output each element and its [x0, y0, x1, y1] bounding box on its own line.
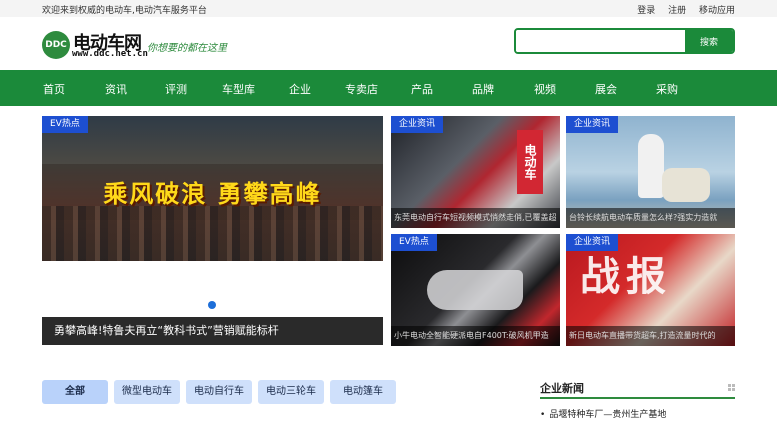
filter-tricycle-button[interactable]: 电动三轮车	[258, 380, 324, 404]
welcome-text: 欢迎来到权威的电动车,电动汽车服务平台	[42, 6, 207, 16]
tile-image-person	[638, 134, 664, 198]
hero-headline: 乘风破浪 勇攀高峰	[103, 180, 322, 208]
nav-item-purchase[interactable]: 采购	[656, 81, 678, 97]
top-bar: 欢迎来到权威的电动车,电动汽车服务平台 登录 注册 移动应用	[0, 0, 777, 17]
site-logo[interactable]: DDC 电动车网 www.ddc.net.cn 你想要的都在这里	[42, 29, 252, 61]
tile-caption: 小牛电动全智能硬派电自F400T:破风机甲造	[391, 326, 560, 346]
tile-tag: 企业资讯	[566, 116, 619, 133]
tile-tag: 企业资讯	[391, 116, 444, 133]
hero-slide[interactable]: 乘风破浪 勇攀高峰 EV热点	[42, 116, 383, 261]
logo-slogan: 你想要的都在这里	[147, 43, 227, 54]
filter-canopy-button[interactable]: 电动篷车	[330, 380, 396, 404]
nav-item-stores[interactable]: 专卖店	[345, 81, 378, 97]
tile-tag: EV热点	[391, 234, 437, 251]
nav-item-review[interactable]: 评测	[165, 81, 187, 97]
section-divider	[540, 397, 735, 399]
mobile-app-link[interactable]: 移动应用	[699, 6, 735, 16]
slider-dot[interactable]	[208, 301, 216, 309]
tile-tag: 企业资讯	[566, 234, 619, 251]
tile-caption: 新日电动车直播带货超车,打造流量时代的	[566, 326, 735, 346]
login-link[interactable]: 登录	[637, 6, 655, 16]
nav-item-expo[interactable]: 展会	[595, 81, 617, 97]
tile-caption: 东莞电动自行车短视频模式悄然走俏,已覆盖超	[391, 208, 560, 228]
filter-ebike-button[interactable]: 电动自行车	[186, 380, 252, 404]
nav-item-news[interactable]: 资讯	[105, 81, 127, 97]
hero-caption[interactable]: 勇攀高峰!特鲁夫再立“教科书式”营销赋能标杆	[42, 317, 383, 345]
tile-image-bike	[427, 270, 523, 310]
logo-icon: DDC	[42, 31, 70, 59]
tile-caption: 台铃长续航电动车质量怎么样?强实力造就	[566, 208, 735, 228]
grid-icon[interactable]	[728, 384, 735, 391]
nav-item-home[interactable]: 首页	[43, 81, 65, 97]
register-link[interactable]: 注册	[668, 6, 686, 16]
company-news-title: 企业新闻	[540, 382, 584, 395]
news-tile[interactable]: EV热点 小牛电动全智能硬派电自F400T:破风机甲造	[391, 234, 560, 346]
news-tile[interactable]: 电动车 企业资讯 东莞电动自行车短视频模式悄然走俏,已覆盖超	[391, 116, 560, 228]
news-tile[interactable]: 企业资讯 台铃长续航电动车质量怎么样?强实力造就	[566, 116, 735, 228]
filter-micro-ev-button[interactable]: 微型电动车	[114, 380, 180, 404]
search-box: 搜索	[514, 28, 735, 54]
top-links: 登录 注册 移动应用	[627, 3, 735, 16]
tile-sign: 电动车	[517, 130, 543, 194]
tile-big-text: 战报	[580, 254, 672, 300]
logo-domain: www.ddc.net.cn	[72, 49, 148, 59]
filter-all-button[interactable]: 全部	[42, 380, 108, 404]
hero-tag: EV热点	[42, 116, 88, 133]
main-nav: 首页 资讯 评测 车型库 企业 专卖店 产品 品牌 视频 展会 采购	[0, 70, 777, 106]
nav-item-video[interactable]: 视频	[534, 81, 556, 97]
search-button[interactable]: 搜索	[685, 30, 733, 52]
news-list-item[interactable]: 品堰特种车厂—贵州生产基地	[540, 407, 666, 420]
tile-image-scooter	[662, 168, 710, 202]
news-tile[interactable]: 战报 企业资讯 新日电动车直播带货超车,打造流量时代的	[566, 234, 735, 346]
search-input[interactable]	[516, 30, 686, 52]
nav-item-brands[interactable]: 品牌	[472, 81, 494, 97]
hero-image-crowd	[42, 206, 383, 261]
nav-item-products[interactable]: 产品	[411, 81, 433, 97]
nav-item-models[interactable]: 车型库	[222, 81, 255, 97]
nav-item-company[interactable]: 企业	[289, 81, 311, 97]
